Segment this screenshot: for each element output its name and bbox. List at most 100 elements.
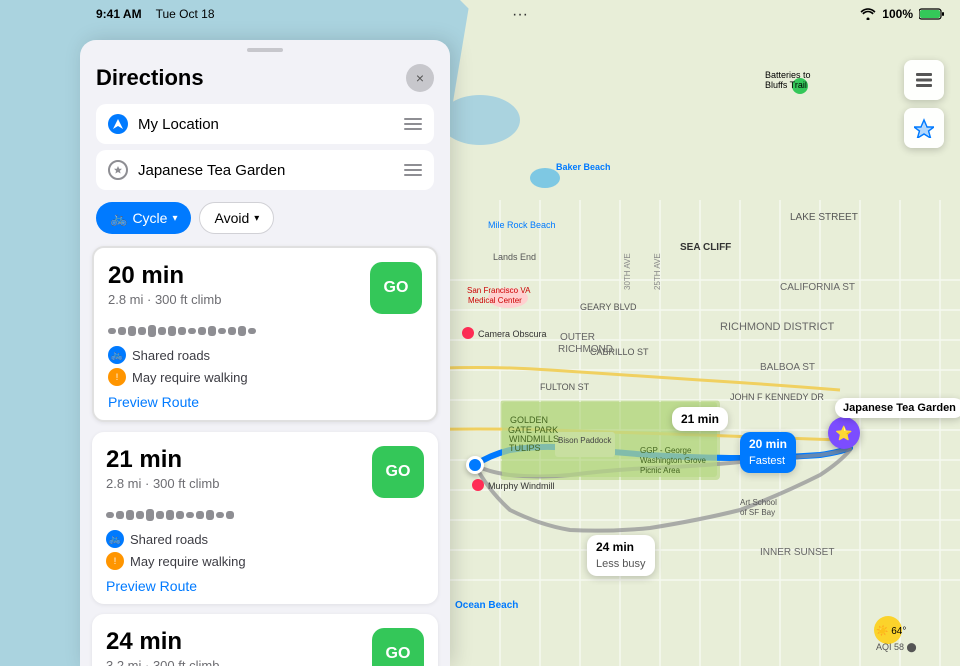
status-time: 9:41 AM: [96, 7, 142, 21]
svg-text:TULIPS: TULIPS: [509, 443, 541, 453]
svg-text:Bluffs Trail: Bluffs Trail: [765, 80, 807, 90]
status-bar: 9:41 AM Tue Oct 18 ··· 100%: [80, 0, 960, 28]
map-layers-button[interactable]: [904, 60, 944, 100]
avoid-filter-button[interactable]: Avoid ▾: [199, 202, 274, 234]
route-2-info: 21 min 2.8 mi · 300 ft climb: [106, 446, 219, 491]
svg-text:San Francisco VA: San Francisco VA: [467, 286, 531, 295]
route-3-info: 24 min 3.2 mi · 300 ft climb: [106, 628, 219, 666]
route-1-detail: 2.8 mi · 300 ft climb: [108, 292, 221, 307]
svg-text:OUTER: OUTER: [560, 332, 595, 343]
destination-reorder-handle[interactable]: [404, 164, 422, 176]
route-3-detail: 3.2 mi · 300 ft climb: [106, 658, 219, 666]
route-1-warnings: 🚲 Shared roads ! May require walking: [108, 346, 422, 386]
panel-header: Directions ×: [80, 64, 450, 104]
walking-warn-icon-1: !: [108, 368, 126, 386]
svg-text:GEARY BLVD: GEARY BLVD: [580, 302, 637, 312]
route-21min-label[interactable]: 21 min: [672, 407, 728, 431]
route-2-bar: [106, 508, 424, 522]
destination-label: Japanese Tea Garden: [835, 398, 960, 418]
my-location-button[interactable]: [904, 108, 944, 148]
route-2-warning-2: ! May require walking: [106, 552, 424, 570]
route-1-time: 20 min: [108, 262, 221, 290]
route-card-1[interactable]: 20 min 2.8 mi · 300 ft climb GO 🚲: [92, 246, 438, 422]
svg-text:Bison Paddock: Bison Paddock: [558, 436, 612, 445]
route-1-warning-2: ! May require walking: [108, 368, 422, 386]
route-1-go-button[interactable]: GO: [370, 262, 422, 314]
origin-icon: [108, 114, 128, 134]
directions-panel: Directions × My Location Japanese Tea Ga…: [80, 40, 450, 666]
svg-text:Art School: Art School: [740, 498, 777, 507]
route-2-detail: 2.8 mi · 300 ft climb: [106, 476, 219, 491]
svg-text:Batteries to: Batteries to: [765, 70, 811, 80]
route-card-2[interactable]: 21 min 2.8 mi · 300 ft climb GO 🚲 Shared…: [92, 432, 438, 604]
route-2-warning-1: 🚲 Shared roads: [106, 530, 424, 548]
origin-map-pin: [466, 456, 484, 474]
svg-text:Ocean Beach: Ocean Beach: [455, 600, 518, 611]
cycle-chevron: ▾: [172, 213, 177, 224]
svg-text:Murphy Windmill: Murphy Windmill: [488, 481, 555, 491]
route-3-time: 24 min: [106, 628, 219, 656]
route-card-3[interactable]: 24 min 3.2 mi · 300 ft climb GO 🚲 Bike l…: [92, 614, 438, 666]
svg-text:Baker Beach: Baker Beach: [556, 162, 611, 172]
location-inputs: My Location Japanese Tea Garden: [80, 104, 450, 202]
origin-row[interactable]: My Location: [96, 104, 434, 144]
walking-warn-icon-2: !: [106, 552, 124, 570]
origin-label: My Location: [138, 116, 394, 133]
shared-roads-icon-2: 🚲: [106, 530, 124, 548]
route-1-info: 20 min 2.8 mi · 300 ft climb: [108, 262, 221, 307]
svg-text:AQI 58 ⬤: AQI 58 ⬤: [876, 642, 917, 653]
cycle-icon: 🚲: [110, 210, 127, 227]
route-fastest-label[interactable]: 20 minFastest: [740, 432, 796, 473]
svg-text:of SF Bay: of SF Bay: [740, 508, 775, 517]
route-1-top: 20 min 2.8 mi · 300 ft climb GO: [108, 262, 422, 314]
svg-text:25TH AVE: 25TH AVE: [653, 253, 662, 290]
close-button[interactable]: ×: [406, 64, 434, 92]
wifi-icon: [860, 8, 876, 20]
destination-icon: [108, 160, 128, 180]
navigation-icon: [112, 118, 124, 130]
route-1-preview-link[interactable]: Preview Route: [108, 394, 422, 410]
svg-text:CALIFORNIA ST: CALIFORNIA ST: [780, 282, 855, 293]
route-3-go-button[interactable]: GO: [372, 628, 424, 666]
svg-text:Camera Obscura: Camera Obscura: [478, 329, 547, 339]
svg-text:JOHN F KENNEDY DR: JOHN F KENNEDY DR: [730, 392, 824, 402]
svg-text:☀️ 64°: ☀️ 64°: [876, 624, 906, 637]
panel-title: Directions: [96, 65, 204, 91]
destination-row[interactable]: Japanese Tea Garden: [96, 150, 434, 190]
svg-text:INNER SUNSET: INNER SUNSET: [760, 547, 834, 558]
route-2-preview-link[interactable]: Preview Route: [106, 578, 424, 594]
svg-text:GGP - George: GGP - George: [640, 446, 692, 455]
svg-text:LAKE STREET: LAKE STREET: [790, 212, 858, 223]
route-3-top: 24 min 3.2 mi · 300 ft climb GO: [106, 628, 424, 666]
svg-text:Medical Center: Medical Center: [468, 296, 522, 305]
origin-reorder-handle[interactable]: [404, 118, 422, 130]
route-2-time: 21 min: [106, 446, 219, 474]
svg-text:BALBOA ST: BALBOA ST: [760, 362, 815, 373]
battery-icon: [919, 8, 944, 20]
svg-text:Picnic Area: Picnic Area: [640, 466, 681, 475]
cycle-filter-button[interactable]: 🚲 Cycle ▾: [96, 202, 191, 234]
svg-text:Lands End: Lands End: [493, 252, 536, 262]
svg-text:GOLDEN: GOLDEN: [510, 415, 548, 425]
map-controls: [904, 60, 944, 148]
status-icons: 100%: [860, 7, 944, 21]
destination-map-pin: ⭐: [828, 417, 860, 449]
battery-text: 100%: [882, 7, 913, 21]
filter-row: 🚲 Cycle ▾ Avoid ▾: [80, 202, 450, 246]
star-icon: [113, 165, 123, 175]
route-2-go-button[interactable]: GO: [372, 446, 424, 498]
route-2-top: 21 min 2.8 mi · 300 ft climb GO: [106, 446, 424, 498]
svg-text:FULTON ST: FULTON ST: [540, 382, 590, 392]
route-1-warning-1: 🚲 Shared roads: [108, 346, 422, 364]
shared-roads-icon: 🚲: [108, 346, 126, 364]
route-1-bar: [108, 324, 422, 338]
destination-label: Japanese Tea Garden: [138, 162, 394, 179]
route-24min-label[interactable]: 24 minLess busy: [587, 535, 655, 576]
svg-text:SEA CLIFF: SEA CLIFF: [680, 242, 731, 253]
avoid-chevron: ▾: [254, 213, 259, 224]
svg-text:Mile Rock Beach: Mile Rock Beach: [488, 220, 556, 230]
svg-text:RICHMOND: RICHMOND: [558, 344, 613, 355]
status-date: Tue Oct 18: [156, 7, 215, 21]
svg-text:Washington Grove: Washington Grove: [640, 456, 707, 465]
drag-handle: [247, 48, 283, 52]
